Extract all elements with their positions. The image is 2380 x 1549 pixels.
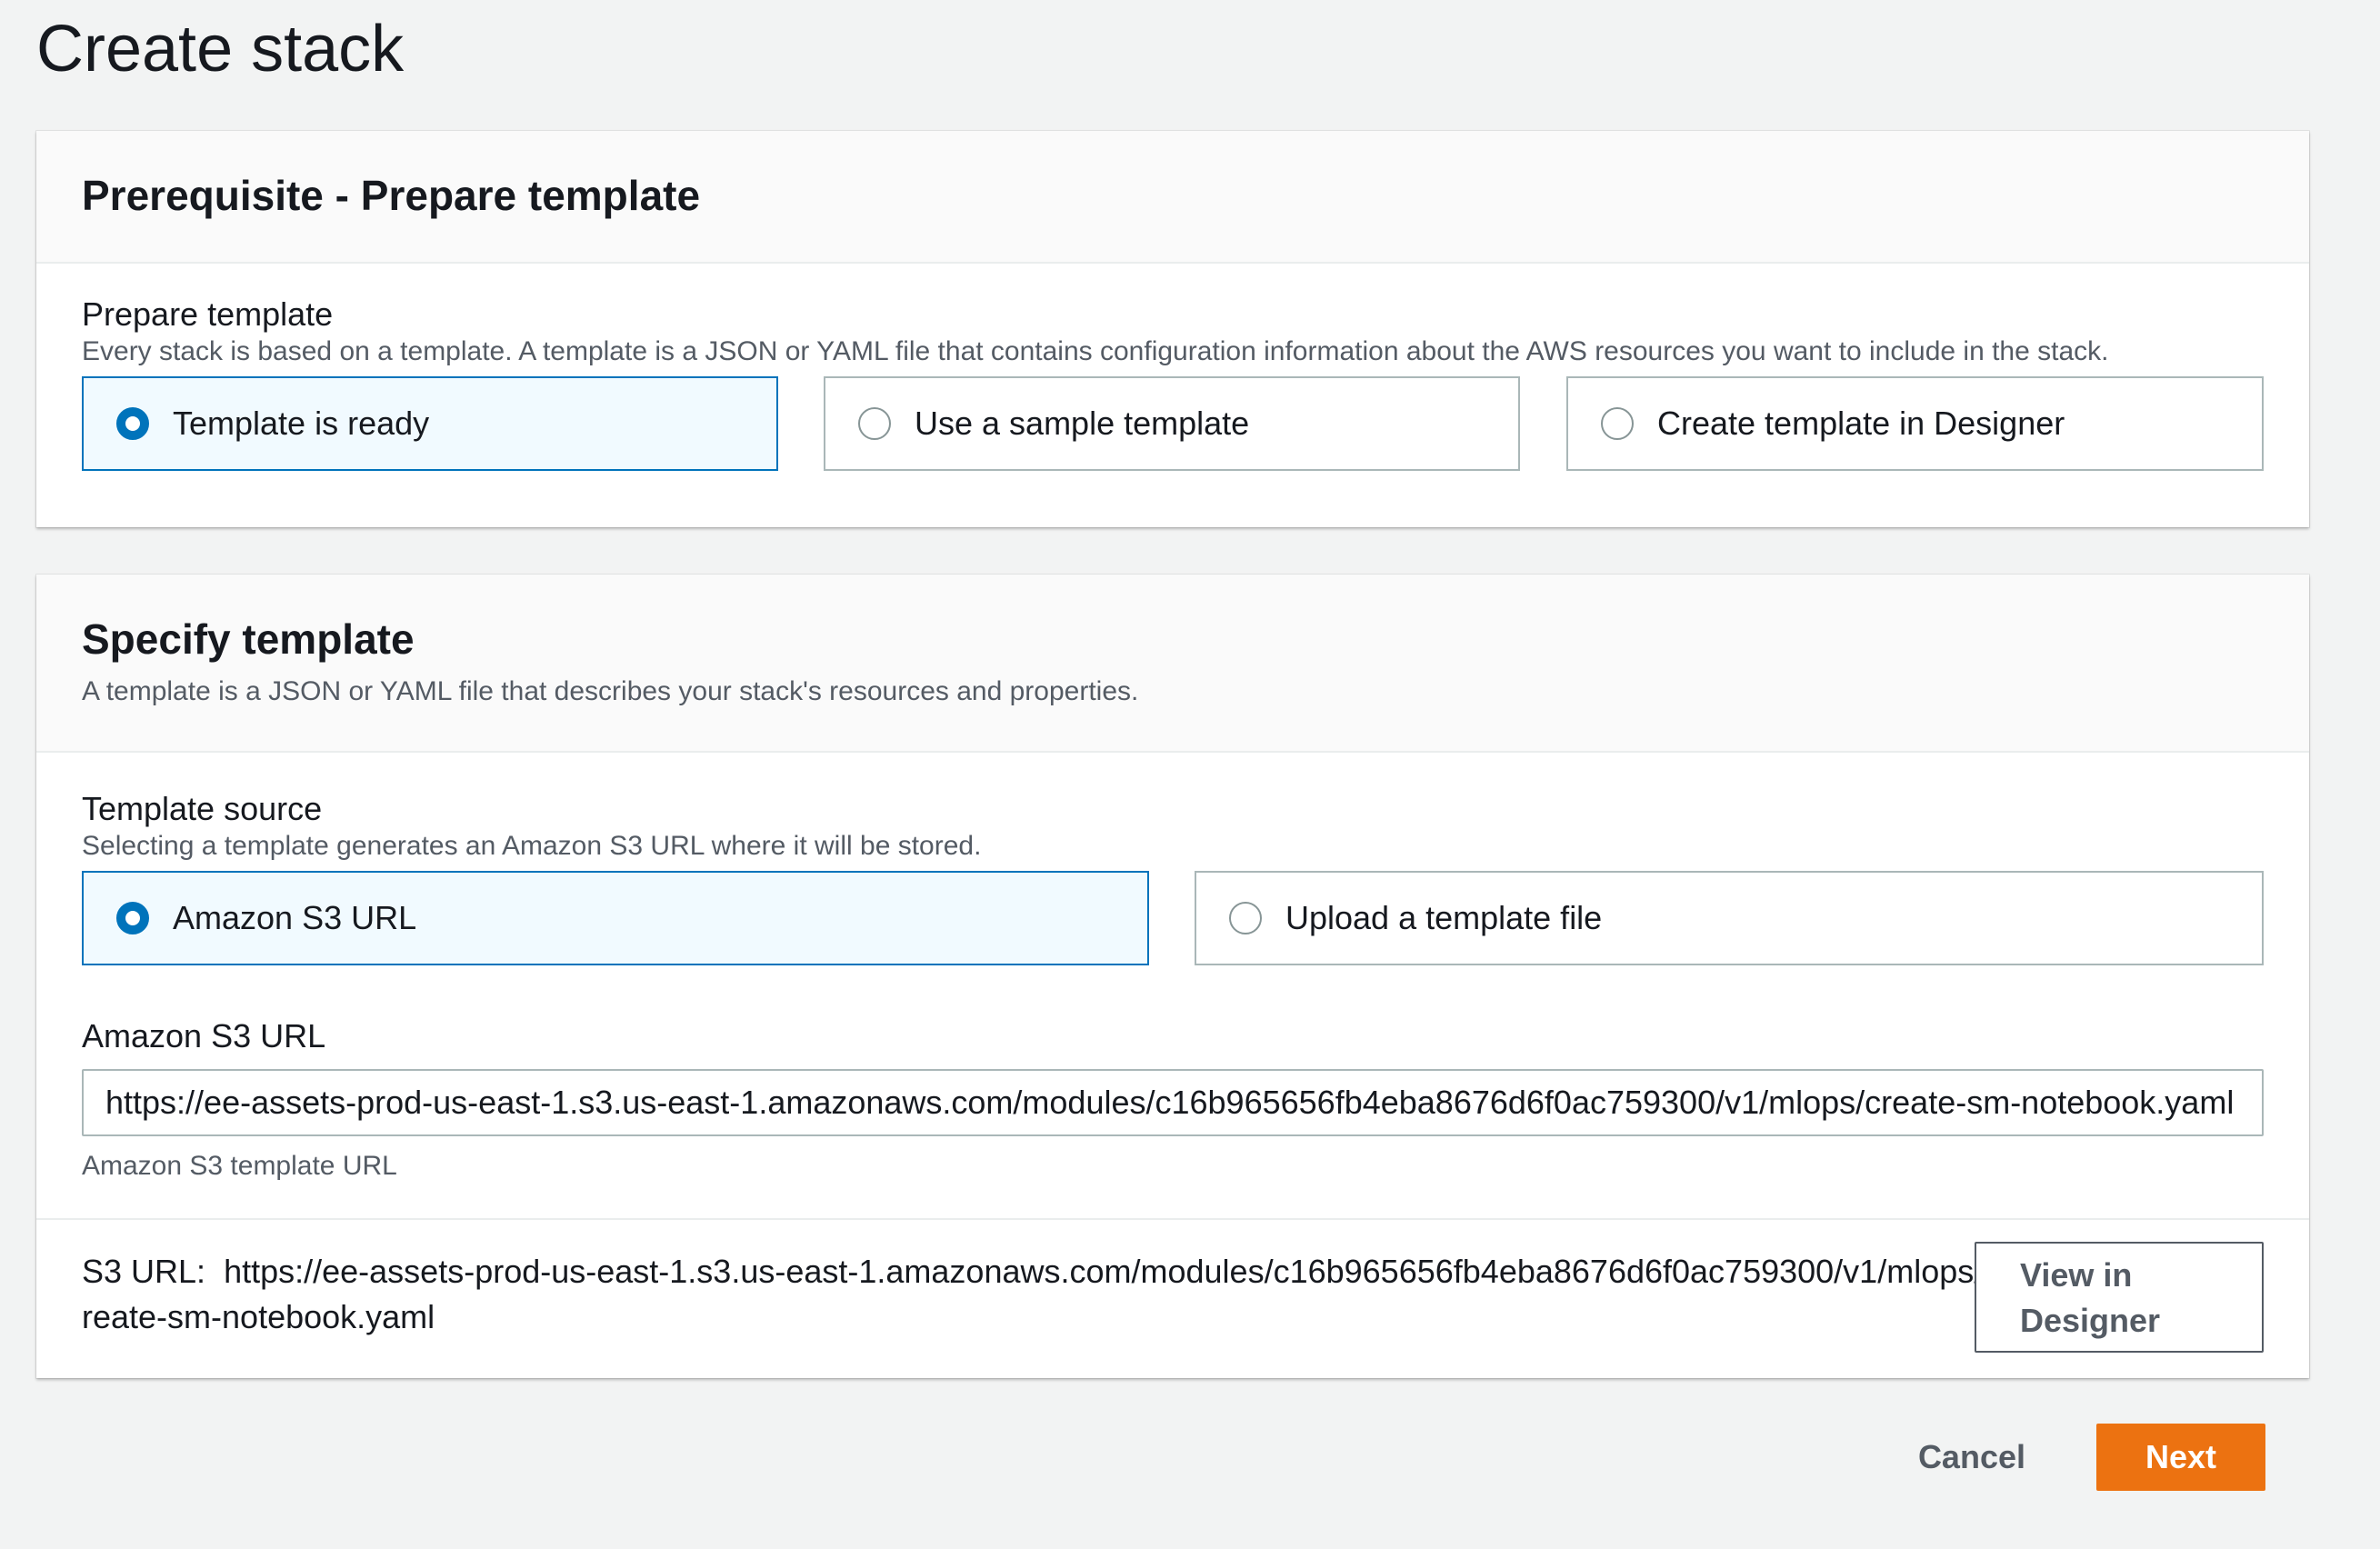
s3-url-prefix: S3 URL: xyxy=(82,1253,206,1290)
radio-selected-icon[interactable] xyxy=(116,407,149,440)
tile-amazon-s3-url[interactable]: Amazon S3 URL xyxy=(82,871,1149,965)
template-source-label: Template source xyxy=(82,790,323,827)
cancel-button[interactable]: Cancel xyxy=(1918,1438,2025,1476)
s3-url-constraint: Amazon S3 template URL xyxy=(82,1151,397,1181)
specify-template-panel: Specify template A template is a JSON or… xyxy=(36,575,2309,1378)
s3-url-value: https://ee-assets-prod-us-east-1.s3.us-e… xyxy=(82,1253,2000,1335)
template-source-radio-group: Amazon S3 URL Upload a template file xyxy=(82,871,2264,965)
prepare-template-panel: Prerequisite - Prepare template Prepare … xyxy=(36,131,2309,527)
s3-url-display: S3 URL: https://ee-assets-prod-us-east-1… xyxy=(82,1249,2009,1340)
tile-upload-template-file[interactable]: Upload a template file xyxy=(1195,871,2264,965)
specify-panel-description: A template is a JSON or YAML file that d… xyxy=(82,676,1139,706)
radio-unselected-icon[interactable] xyxy=(1229,902,1262,934)
prepare-panel-header: Prerequisite - Prepare template xyxy=(36,131,2309,264)
form-actions: Cancel Next xyxy=(1918,1424,2265,1491)
tile-template-is-ready[interactable]: Template is ready xyxy=(82,376,778,471)
template-source-description: Selecting a template generates an Amazon… xyxy=(82,831,982,861)
prepare-panel-title: Prerequisite - Prepare template xyxy=(82,172,701,219)
tile-use-sample-template[interactable]: Use a sample template xyxy=(824,376,1520,471)
next-button[interactable]: Next xyxy=(2096,1424,2265,1491)
tile-create-in-designer[interactable]: Create template in Designer xyxy=(1566,376,2264,471)
page-title: Create stack xyxy=(36,13,405,85)
specify-panel-title: Specify template xyxy=(82,615,415,663)
s3-url-input[interactable] xyxy=(82,1069,2264,1136)
prepare-template-label: Prepare template xyxy=(82,295,334,333)
s3-url-footer: S3 URL: https://ee-assets-prod-us-east-1… xyxy=(36,1218,2309,1378)
radio-unselected-icon[interactable] xyxy=(858,407,891,440)
radio-selected-icon[interactable] xyxy=(116,902,149,934)
radio-unselected-icon[interactable] xyxy=(1601,407,1634,440)
tile-label: Amazon S3 URL xyxy=(173,899,417,936)
tile-label: Template is ready xyxy=(173,405,430,442)
s3-url-label: Amazon S3 URL xyxy=(82,1017,326,1054)
prepare-panel-body: Prepare template Every stack is based on… xyxy=(36,264,2309,471)
view-in-designer-button[interactable]: View in Designer xyxy=(1975,1242,2264,1353)
prepare-template-description: Every stack is based on a template. A te… xyxy=(82,336,2109,366)
tile-label: Use a sample template xyxy=(915,405,1250,442)
tile-label: Upload a template file xyxy=(1285,899,1603,936)
prepare-template-radio-group: Template is ready Use a sample template … xyxy=(82,376,2264,471)
tile-label: Create template in Designer xyxy=(1657,405,2065,442)
specify-panel-header: Specify template A template is a JSON or… xyxy=(36,575,2309,753)
